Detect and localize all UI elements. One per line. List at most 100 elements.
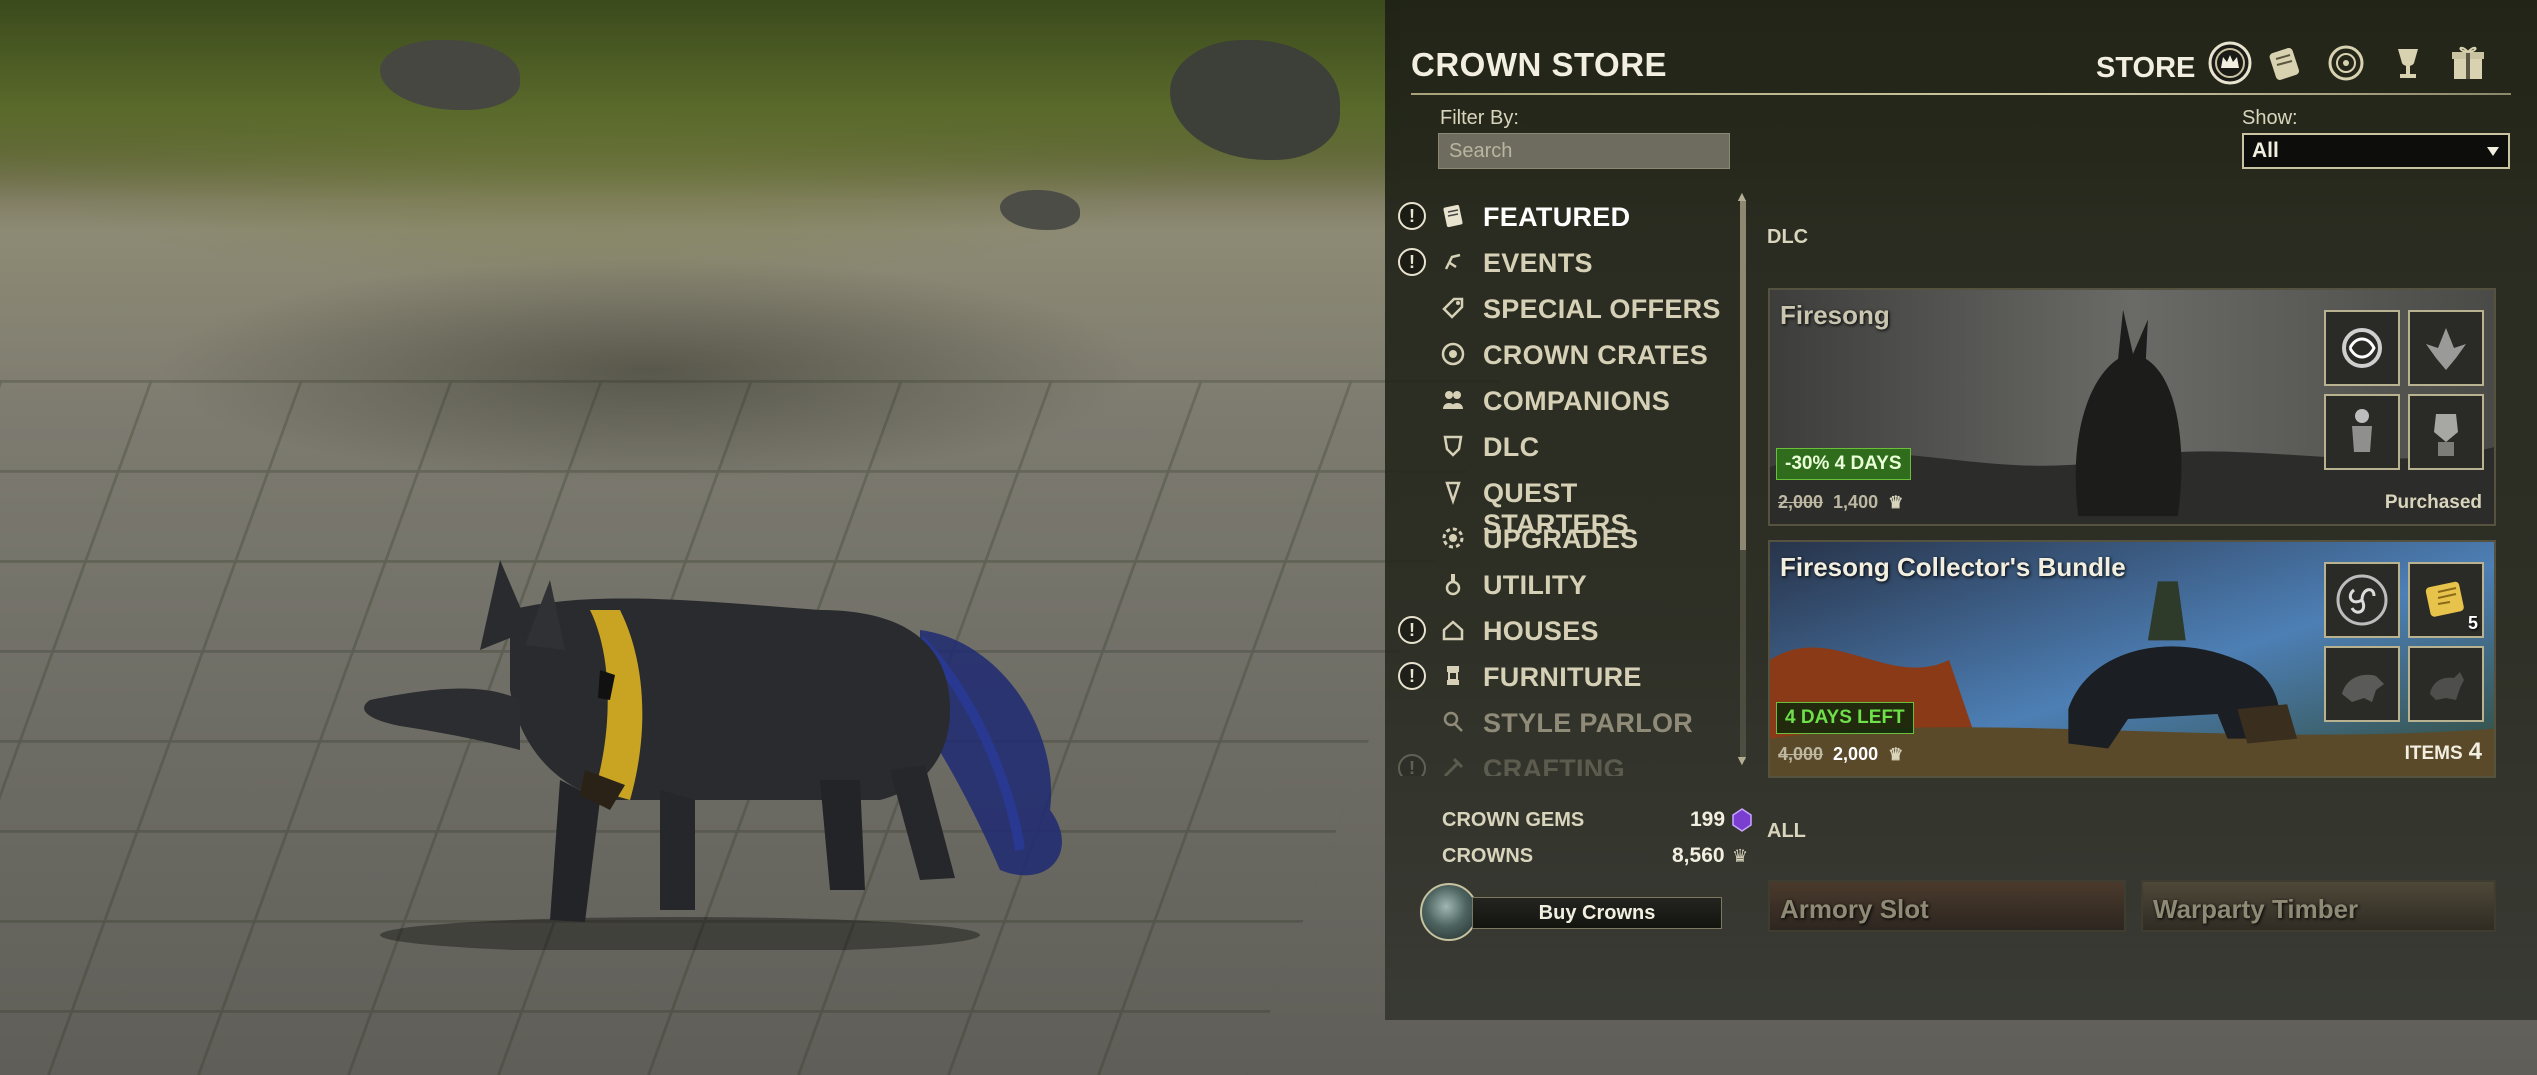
crate-icon (1437, 338, 1469, 370)
show-dropdown-value: All (2252, 139, 2279, 162)
product-name: Armory Slot (1780, 894, 1929, 924)
category-dlc[interactable]: DLC (1385, 426, 1725, 466)
gift-icon[interactable] (2441, 36, 2495, 90)
knight-icon (2434, 414, 2458, 456)
category-quest-starters[interactable]: QUEST STARTERS (1385, 472, 1725, 539)
seal-icon[interactable] (2319, 36, 2373, 90)
price-row: 4,000 2,000 ♛ (1778, 744, 1903, 765)
chevron-down-icon (2487, 147, 2499, 156)
category-label: SPECIAL OFFERS (1483, 294, 1721, 324)
sale-badge: -30% 4 DAYS (1776, 448, 1911, 480)
wolf-pet-figure (364, 560, 1062, 950)
buy-crowns-button[interactable]: Buy Crowns (1472, 897, 1722, 929)
item-thumb[interactable] (2408, 310, 2484, 386)
category-utility[interactable]: UTILITY (1385, 564, 1725, 604)
knot-icon (2342, 328, 2382, 368)
item-thumb[interactable] (2408, 646, 2484, 722)
item-thumb[interactable] (2324, 562, 2400, 638)
time-left-badge: 4 DAYS LEFT (1776, 702, 1914, 734)
tag-icon (1437, 292, 1469, 324)
category-special-offers[interactable]: SPECIAL OFFERS (1385, 288, 1725, 328)
category-list: ! FEATURED ! EVENTS SPECIAL OFFERS CROWN… (1385, 196, 1725, 776)
category-houses[interactable]: ! HOUSES (1385, 610, 1725, 650)
item-thumb[interactable] (2408, 394, 2484, 470)
search-field[interactable] (1438, 133, 1730, 169)
category-label: UTILITY (1483, 570, 1588, 600)
scroll-up-icon[interactable]: ▲ (1735, 188, 1749, 204)
warrior-icon (2352, 409, 2372, 452)
section-label-dlc: DLC (1767, 226, 1809, 248)
pet-icon (2430, 672, 2464, 700)
category-label: DLC (1483, 432, 1540, 462)
item-thumb[interactable]: 5 (2408, 562, 2484, 638)
item-thumb[interactable] (2324, 310, 2400, 386)
upgrade-icon (1437, 522, 1469, 554)
items-count-label: ITEMS 4 (2405, 738, 2482, 766)
original-price: 4,000 (1778, 744, 1824, 764)
crafting-icon (1437, 752, 1469, 776)
category-scrollbar-thumb[interactable] (1740, 200, 1746, 550)
category-furniture[interactable]: ! FURNITURE (1385, 656, 1725, 696)
furniture-icon (1437, 660, 1469, 692)
product-name: Warparty Timber (2153, 894, 2359, 924)
category-companions[interactable]: COMPANIONS (1385, 380, 1725, 420)
store-tab-label: STORE (2096, 52, 2196, 84)
category-label: HOUSES (1483, 616, 1599, 646)
crown-store-icon[interactable] (2203, 36, 2257, 90)
item-thumb[interactable] (2324, 394, 2400, 470)
category-label: FURNITURE (1483, 662, 1642, 692)
quest-icon (1437, 476, 1469, 508)
crown-icon: ♛ (1888, 744, 1904, 764)
crowns-orb-icon (1420, 883, 1478, 941)
crown-gems-label: CROWN GEMS (1442, 809, 1585, 831)
category-featured[interactable]: ! FEATURED (1385, 196, 1725, 236)
companions-icon (1437, 384, 1469, 416)
filter-label: Filter By: (1440, 107, 1519, 129)
crown-icon: ♛ (1732, 846, 1749, 866)
potion-icon (1437, 568, 1469, 600)
buy-crowns-control[interactable]: Buy Crowns (1420, 883, 1722, 943)
triskele-icon (2336, 574, 2388, 626)
category-label: UPGRADES (1483, 524, 1639, 554)
price-row: 2,000 1,400 ♛ (1778, 492, 1903, 513)
alert-icon: ! (1398, 248, 1426, 276)
chalice-icon[interactable] (2381, 36, 2435, 90)
store-title: CROWN STORE (1411, 46, 1668, 83)
event-icon (1437, 246, 1469, 278)
bundle-price: 2,000 (1833, 744, 1879, 764)
category-upgrades[interactable]: UPGRADES (1385, 518, 1725, 558)
scroll-down-icon[interactable]: ▼ (1735, 752, 1749, 768)
alert-icon: ! (1398, 754, 1426, 776)
show-label: Show: (2242, 107, 2298, 129)
crown-gem-icon (1732, 808, 1752, 832)
original-price: 2,000 (1778, 492, 1824, 512)
category-crown-crates[interactable]: CROWN CRATES (1385, 334, 1725, 374)
style-icon (1437, 706, 1469, 738)
product-name: Firesong Collector's Bundle (1780, 552, 2126, 582)
show-dropdown[interactable]: All (2242, 133, 2510, 169)
category-label: COMPANIONS (1483, 386, 1671, 416)
crown-store-panel: CROWN STORE STORE Filter By: Show: All !… (1385, 0, 2537, 1020)
category-crafting[interactable]: ! CRAFTING (1385, 748, 1725, 776)
dlc-icon (1437, 430, 1469, 462)
creature-icon (2426, 328, 2466, 370)
mount-icon (2342, 674, 2384, 702)
search-input[interactable] (1439, 134, 1729, 168)
sale-price: 1,400 (1833, 492, 1879, 512)
alert-icon: ! (1398, 616, 1426, 644)
purchased-status: Purchased (2384, 492, 2482, 513)
product-card-warparty-timber[interactable]: Warparty Timber (2141, 880, 2496, 932)
items-label: ITEMS (2404, 743, 2463, 764)
category-events[interactable]: ! EVENTS (1385, 242, 1725, 282)
scroll-icon[interactable] (2257, 36, 2311, 90)
product-card-armory-slot[interactable]: Armory Slot (1768, 880, 2126, 932)
item-thumb[interactable] (2324, 646, 2400, 722)
product-card-firesong[interactable]: Firesong -30% 4 DAYS 2,000 1,400 ♛ Purch… (1768, 288, 2496, 526)
category-style-parlor[interactable]: STYLE PARLOR (1385, 702, 1725, 742)
items-count: 4 (2468, 738, 2482, 765)
rock (1000, 190, 1080, 230)
alert-icon: ! (1398, 662, 1426, 690)
category-label: CROWN CRATES (1483, 340, 1709, 370)
product-card-firesong-bundle[interactable]: Firesong Collector's Bundle 4 DAYS LEFT … (1768, 540, 2496, 778)
crown-gems-value: 199 (1690, 808, 1726, 831)
